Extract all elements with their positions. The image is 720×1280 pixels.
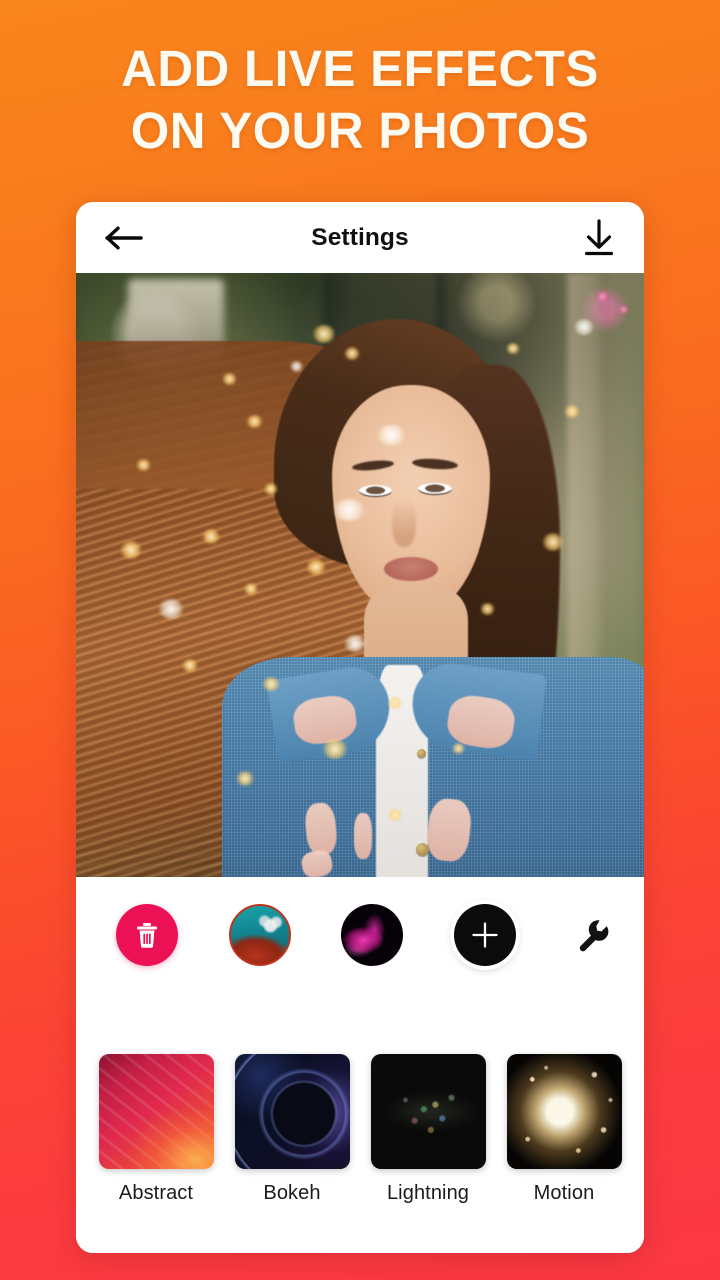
app-screen-card: Settings Abstract Bokeh Lightning Motion: [76, 202, 644, 1253]
arrow-left-icon: [105, 226, 143, 249]
trash-icon: [137, 923, 157, 948]
app-bar: Settings: [76, 202, 644, 273]
effect-settings-button[interactable]: [566, 907, 622, 963]
download-button[interactable]: [576, 216, 622, 260]
gallery-item-motion[interactable]: Motion: [502, 1054, 626, 1205]
layer-thumbnail-neon[interactable]: [341, 904, 403, 966]
promo-screenshot: ADD LIVE EFFECTS ON YOUR PHOTOS Settings: [0, 0, 720, 1280]
gallery-label-motion: Motion: [533, 1182, 595, 1204]
headline-line-2: ON YOUR PHOTOS: [130, 102, 590, 159]
back-button[interactable]: [100, 218, 148, 258]
photo-preview[interactable]: [76, 273, 644, 877]
effect-category-gallery: Abstract Bokeh Lightning Motion: [76, 993, 644, 1253]
wrench-icon: [579, 920, 609, 952]
photo-eye-right: [418, 483, 452, 495]
gallery-item-bokeh[interactable]: Bokeh: [230, 1054, 354, 1205]
gallery-thumbnail-motion: [506, 1054, 622, 1169]
page-title: Settings: [311, 223, 409, 251]
photo-denim-button: [416, 843, 429, 856]
photo-nose: [392, 499, 416, 547]
gallery-label-bokeh: Bokeh: [263, 1182, 321, 1204]
layer-thumbnail-coral-reef[interactable]: [228, 904, 291, 966]
gallery-label-lightning: Lightning: [386, 1182, 470, 1204]
gallery-item-abstract[interactable]: Abstract: [94, 1054, 218, 1205]
delete-button[interactable]: [116, 904, 178, 966]
gallery-thumbnail-bokeh: [234, 1054, 350, 1169]
download-icon: [584, 218, 614, 255]
plus-icon: [471, 922, 498, 948]
photo-lips: [384, 557, 438, 581]
gallery-item-lightning[interactable]: Lightning: [366, 1054, 490, 1205]
gallery-label-abstract: Abstract: [118, 1182, 194, 1204]
photo-denim-rip: [354, 813, 372, 859]
gallery-thumbnail-lightning: [370, 1054, 486, 1169]
effects-toolbar: [76, 877, 644, 993]
add-layer-button[interactable]: [453, 904, 516, 966]
gallery-thumbnail-abstract: [98, 1054, 214, 1169]
promo-headline: ADD LIVE EFFECTS ON YOUR PHOTOS: [11, 38, 709, 162]
photo-denim-button: [417, 749, 426, 758]
photo-eye-left: [359, 485, 392, 497]
headline-line-1: ADD LIVE EFFECTS: [121, 40, 599, 97]
